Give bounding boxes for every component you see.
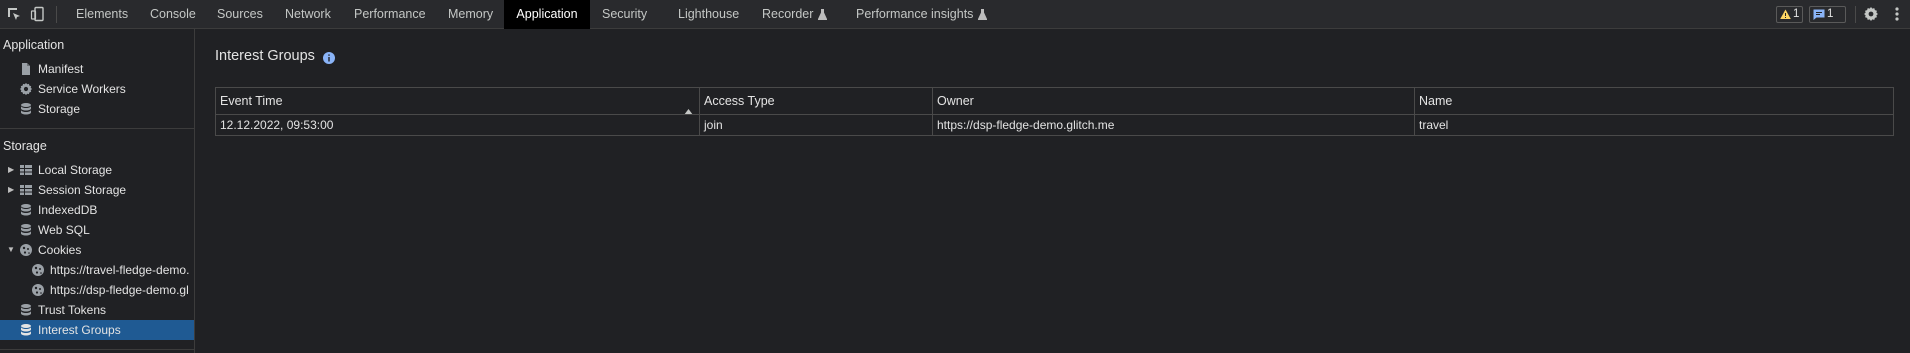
messages-badge[interactable]: 1 xyxy=(1809,6,1846,23)
flask-icon xyxy=(978,2,988,31)
tab-performance-insights[interactable]: Performance insights xyxy=(856,0,988,31)
document-icon xyxy=(19,62,33,76)
sidebar-item-label: Local Storage xyxy=(38,163,113,177)
sidebar-item-label: Storage xyxy=(38,102,81,116)
more-menu-icon[interactable] xyxy=(1893,6,1901,22)
column-header-label: Access Type xyxy=(704,94,775,108)
database-icon xyxy=(19,203,33,217)
sidebar-item-indexeddb[interactable]: IndexedDB xyxy=(0,200,194,220)
sidebar-item-storage-overview[interactable]: Storage xyxy=(0,99,194,119)
cell-owner: https://dsp-fledge-demo.glitch.me xyxy=(933,115,1415,135)
cell-event-time: 12.12.2022, 09:53:00 xyxy=(216,115,700,135)
gear-icon xyxy=(19,82,33,96)
warning-icon xyxy=(1780,8,1793,20)
tab-network[interactable]: Network xyxy=(285,0,331,29)
sidebar-item-label: Session Storage xyxy=(38,183,127,197)
expand-arrow-icon[interactable]: ▶ xyxy=(8,180,14,200)
warnings-count: 1 xyxy=(1793,8,1800,20)
sidebar-item-cookie-origin[interactable]: https://travel-fledge-demo. xyxy=(0,260,194,280)
sidebar-item-manifest[interactable]: Manifest xyxy=(0,59,194,79)
tab-security[interactable]: Security xyxy=(602,0,647,29)
sidebar-item-cookie-origin[interactable]: https://dsp-fledge-demo.gl xyxy=(0,280,194,300)
database-icon xyxy=(19,223,33,237)
column-header-label: Name xyxy=(1419,94,1453,108)
cookie-icon xyxy=(31,283,45,297)
cookie-icon xyxy=(31,263,45,277)
tab-performance-insights-label: Performance insights xyxy=(856,7,974,21)
column-header-label: Owner xyxy=(937,94,974,108)
interest-groups-panel: Interest Groups Event Time Access Type O… xyxy=(196,29,1910,353)
sidebar-item-label: Interest Groups xyxy=(38,323,121,337)
cell-name: travel xyxy=(1419,118,1449,132)
info-icon[interactable] xyxy=(322,51,336,65)
flask-icon xyxy=(818,2,828,31)
table-row[interactable]: 12.12.2022, 09:53:00 join https://dsp-fl… xyxy=(216,115,1893,135)
tab-console[interactable]: Console xyxy=(150,0,196,29)
sidebar-item-session-storage[interactable]: ▶ Session Storage xyxy=(0,180,194,200)
database-icon xyxy=(19,303,33,317)
sidebar-section-storage[interactable]: Storage xyxy=(3,139,47,153)
settings-gear-icon[interactable] xyxy=(1863,6,1879,22)
sidebar-item-label: https://travel-fledge-demo. xyxy=(50,263,190,277)
tab-sources[interactable]: Sources xyxy=(217,0,263,29)
tab-memory[interactable]: Memory xyxy=(448,0,493,29)
table-icon xyxy=(19,163,33,177)
sidebar-item-label: Service Workers xyxy=(38,82,126,96)
sidebar-divider xyxy=(0,349,194,350)
sidebar-item-trust-tokens[interactable]: Trust Tokens xyxy=(0,300,194,320)
tab-performance[interactable]: Performance xyxy=(354,0,426,29)
database-icon xyxy=(19,102,33,116)
warnings-badge[interactable]: 1 xyxy=(1776,6,1803,23)
tab-lighthouse[interactable]: Lighthouse xyxy=(678,0,739,29)
column-header-name[interactable]: Name xyxy=(1415,88,1893,114)
sidebar-item-label: Manifest xyxy=(38,62,84,76)
sidebar-item-label: https://dsp-fledge-demo.gl xyxy=(50,283,189,297)
device-toolbar-icon[interactable] xyxy=(30,6,46,22)
sidebar-item-interest-groups[interactable]: Interest Groups xyxy=(0,320,194,340)
sidebar-item-web-sql[interactable]: Web SQL xyxy=(0,220,194,240)
application-sidebar: Application Manifest Service Workers Sto… xyxy=(0,29,195,353)
table-icon xyxy=(19,183,33,197)
interest-groups-table: Event Time Access Type Owner Name 12.12.… xyxy=(215,87,1894,136)
table-header-row: Event Time Access Type Owner Name xyxy=(216,88,1893,115)
sidebar-item-label: IndexedDB xyxy=(38,203,98,217)
column-header-owner[interactable]: Owner xyxy=(933,88,1415,114)
sidebar-item-service-workers[interactable]: Service Workers xyxy=(0,79,194,99)
sidebar-item-local-storage[interactable]: ▶ Local Storage xyxy=(0,160,194,180)
column-header-label: Event Time xyxy=(220,94,283,108)
devtools-toolbar: Elements Console Sources Network Perform… xyxy=(0,0,1910,29)
cookie-icon xyxy=(19,243,33,257)
collapse-arrow-icon[interactable]: ▼ xyxy=(7,240,15,260)
page-title: Interest Groups xyxy=(215,48,315,64)
sidebar-item-cookies[interactable]: ▼ Cookies xyxy=(0,240,194,260)
sidebar-section-application[interactable]: Application xyxy=(3,38,64,52)
tab-recorder-label: Recorder xyxy=(762,7,814,21)
column-header-access-type[interactable]: Access Type xyxy=(700,88,933,114)
inspect-element-icon[interactable] xyxy=(6,6,22,22)
sidebar-item-label: Web SQL xyxy=(38,223,90,237)
tab-recorder[interactable]: Recorder xyxy=(762,0,828,31)
toolbar-separator xyxy=(56,6,57,23)
tab-application[interactable]: Application xyxy=(504,0,590,29)
expand-arrow-icon[interactable]: ▶ xyxy=(8,160,14,180)
sidebar-item-label: Cookies xyxy=(38,243,82,257)
sort-ascending-icon xyxy=(684,98,693,114)
sidebar-divider xyxy=(0,128,194,129)
message-icon xyxy=(1813,8,1827,20)
tab-elements[interactable]: Elements xyxy=(76,0,128,29)
sidebar-item-label: Trust Tokens xyxy=(38,303,107,317)
column-header-event-time[interactable]: Event Time xyxy=(216,88,700,114)
cell-access-type: join xyxy=(700,115,933,135)
database-icon xyxy=(19,323,33,337)
messages-count: 1 xyxy=(1827,8,1834,20)
toolbar-separator xyxy=(1855,6,1856,23)
